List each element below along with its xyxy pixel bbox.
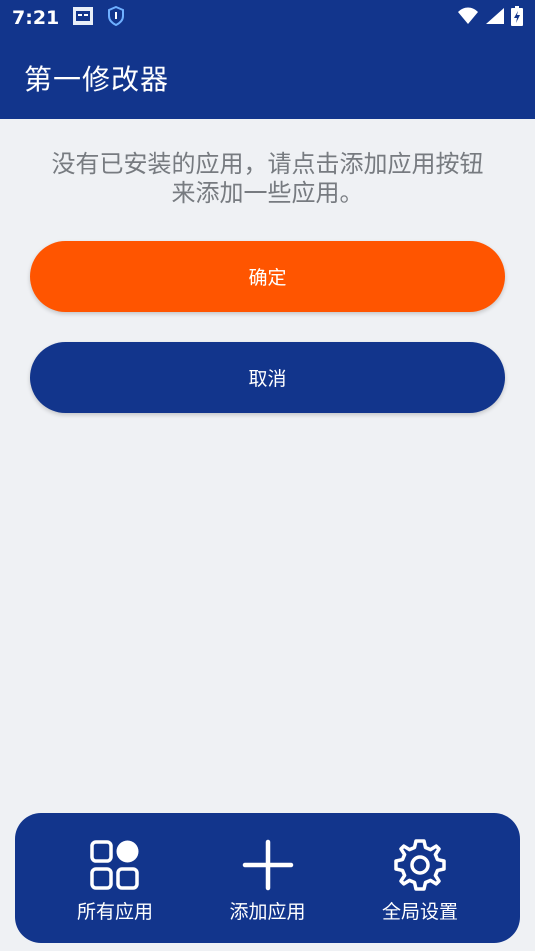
cancel-button-label: 取消 xyxy=(248,368,287,390)
nav-label-global-settings: 全局设置 xyxy=(381,901,458,923)
plus-icon xyxy=(240,837,296,893)
wifi-icon xyxy=(457,7,479,29)
nav-label-all-apps: 所有应用 xyxy=(76,901,153,923)
signal-icon xyxy=(485,7,505,29)
empty-state-message: 没有已安装的应用，请点击添加应用按钮 来添加一些应用。 xyxy=(20,150,515,208)
nav-item-add-app[interactable]: 添加应用 xyxy=(198,813,338,943)
status-left-icons xyxy=(73,5,125,30)
bottom-nav: 所有应用 添加应用 全局设置 xyxy=(15,813,520,943)
app-bar: 第一修改器 xyxy=(0,36,535,119)
battery-charging-icon xyxy=(511,6,523,30)
confirm-button[interactable]: 确定 xyxy=(30,241,505,312)
apps-grid-icon xyxy=(87,837,143,893)
confirm-button-label: 确定 xyxy=(248,267,287,289)
cancel-button[interactable]: 取消 xyxy=(30,342,505,413)
status-bar: 7:21 xyxy=(0,0,535,36)
nav-item-all-apps[interactable]: 所有应用 xyxy=(45,813,185,943)
status-right-icons xyxy=(457,6,523,30)
nav-label-add-app: 添加应用 xyxy=(229,901,306,923)
empty-message-line1: 没有已安装的应用，请点击添加应用按钮 xyxy=(51,150,484,178)
empty-message-line2: 来添加一些应用。 xyxy=(171,179,364,207)
gear-icon xyxy=(392,837,448,893)
shield-app-icon xyxy=(107,5,125,30)
notification-app-icon xyxy=(73,7,94,29)
app-title: 第一修改器 xyxy=(24,62,170,96)
status-time: 7:21 xyxy=(12,7,60,29)
nav-item-global-settings[interactable]: 全局设置 xyxy=(350,813,490,943)
